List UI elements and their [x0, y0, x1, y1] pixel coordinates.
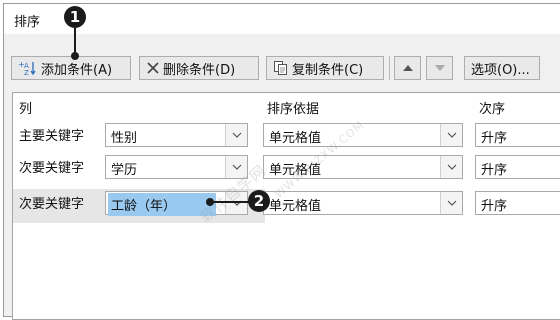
sort-on-value: 单元格值: [269, 199, 322, 214]
title-bar: 排序: [4, 4, 560, 34]
callout-number: 1: [69, 8, 81, 26]
dialog-title: 排序: [14, 15, 41, 30]
sort-on-select-row3[interactable]: 单元格值: [263, 191, 463, 215]
column-select-row2[interactable]: 学历: [105, 155, 248, 179]
column-select-row1[interactable]: 性别: [105, 123, 248, 147]
delete-condition-label: 删除条件(D): [163, 62, 236, 78]
svg-text:Z: Z: [24, 69, 29, 76]
chevron-down-icon[interactable]: [225, 124, 247, 146]
copy-condition-label: 复制条件(C): [292, 62, 364, 78]
callout-number: 2: [253, 192, 265, 210]
delete-condition-button[interactable]: 删除条件(D): [139, 56, 259, 80]
add-condition-button[interactable]: + A Z 添加条件(A): [11, 56, 131, 80]
callout-line-1: [74, 28, 76, 54]
move-down-button[interactable]: [426, 56, 453, 80]
chevron-down-icon[interactable]: [440, 124, 462, 146]
delete-x-icon: [146, 61, 160, 75]
toolbar: + A Z 添加条件(A) 删除条件(D) 复制条件(C) 选项(O)...: [4, 48, 560, 84]
add-level-icon: + A Z: [18, 60, 38, 76]
sort-dialog: 排序 + A Z 添加条件(A) 删除条件(D) 复制条件(C) 选项(O)..…: [3, 3, 560, 320]
column-value: 学历: [111, 163, 138, 178]
callout-line-2: [212, 201, 250, 203]
copy-condition-button[interactable]: 复制条件(C): [266, 56, 384, 80]
toolbar-separator: [389, 56, 390, 80]
options-button[interactable]: 选项(O)...: [464, 56, 540, 80]
order-value: 升序: [481, 163, 508, 178]
copy-icon: [273, 60, 289, 76]
order-value: 升序: [481, 199, 508, 214]
callout-badge-1: 1: [64, 6, 86, 28]
move-up-button[interactable]: [394, 56, 421, 80]
order-value: 升序: [481, 131, 508, 146]
chevron-down-icon[interactable]: [440, 192, 462, 214]
triangle-up-icon: [402, 61, 414, 76]
order-header: 次序: [479, 102, 506, 117]
add-condition-label: 添加条件(A): [41, 62, 113, 78]
callout-badge-2: 2: [248, 190, 270, 212]
order-select-row1[interactable]: 升序: [475, 123, 560, 147]
order-select-row3[interactable]: 升序: [475, 191, 560, 215]
column-value: 性别: [111, 131, 138, 146]
row-label-secondary: 次要关键字: [19, 161, 85, 176]
sort-levels-grid: 列 排序依据 次序 主要关键字 性别 单元格值 升序 次要关键字 学历 单元格值…: [12, 92, 560, 320]
chevron-down-icon[interactable]: [440, 156, 462, 178]
order-select-row2[interactable]: 升序: [475, 155, 560, 179]
callout-dot-1: [71, 52, 79, 60]
row-label-primary: 主要关键字: [19, 129, 85, 144]
triangle-down-icon: [434, 61, 446, 76]
row-label-secondary: 次要关键字: [19, 197, 85, 212]
sort-on-value: 单元格值: [269, 131, 322, 146]
options-label: 选项(O)...: [471, 62, 530, 78]
sort-on-header: 排序依据: [267, 102, 320, 117]
column-header: 列: [19, 102, 33, 117]
